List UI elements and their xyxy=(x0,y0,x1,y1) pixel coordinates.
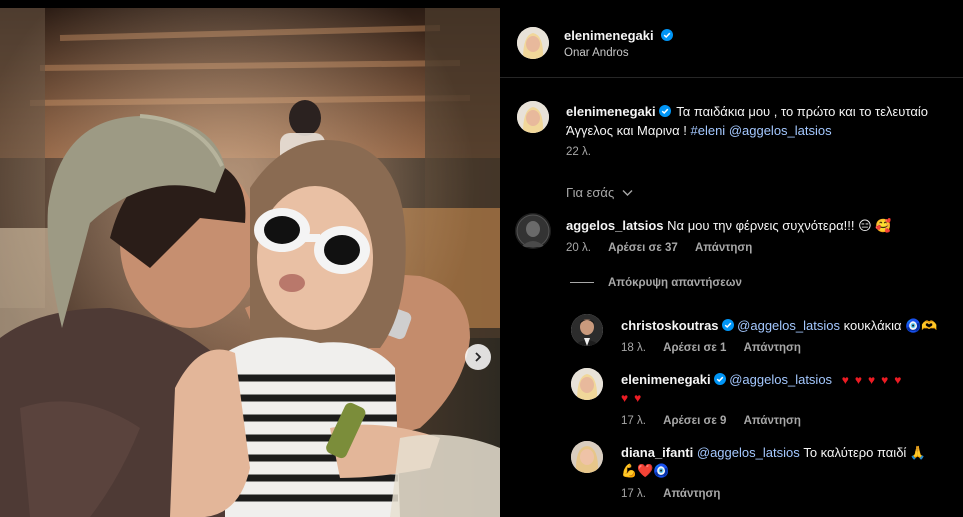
reply-likes[interactable]: Αρέσει σε 9 xyxy=(663,415,726,427)
hide-replies-label: Απόκρυψη απαντήσεων xyxy=(608,277,742,289)
mention-link[interactable]: @aggelos_latsios xyxy=(737,318,840,333)
for-you-filter[interactable]: Για εσάς xyxy=(566,185,633,200)
instagram-post-viewer: elenimenegaki Onar Andros elenimenegaki … xyxy=(0,0,963,517)
red-heart-icon: ♥ xyxy=(894,373,902,387)
verified-badge-icon xyxy=(721,319,734,331)
caption-line-1: elenimenegaki Τα παιδάκια μου , το πρώτο… xyxy=(566,104,928,119)
avatar-image xyxy=(517,101,549,133)
avatar-image xyxy=(517,27,549,59)
reply-meta: 17 λ. Απάντηση xyxy=(621,488,734,500)
caption-username[interactable]: elenimenegaki xyxy=(566,104,656,119)
chevron-right-icon xyxy=(475,352,482,362)
mention-link[interactable]: @aggelos_latsios xyxy=(729,123,832,138)
caption-text-2: Άγγελος και Μαρινα ! xyxy=(566,123,691,138)
reply-time[interactable]: 18 λ. xyxy=(621,342,646,354)
red-heart-icon: ♥ xyxy=(841,373,849,387)
reply-row: elenimenegaki @aggelos_latsios ♥ ♥ ♥ ♥ ♥ xyxy=(621,372,907,387)
heart-emoji-row: ♥ ♥ ♥ ♥ ♥ xyxy=(842,372,908,387)
red-heart-icon: ♥ xyxy=(634,391,642,405)
comment-meta: 20 λ. Αρέσει σε 37 Απάντηση xyxy=(566,242,766,254)
avatar-image xyxy=(571,368,603,400)
avatar-image xyxy=(515,213,551,249)
divider-line xyxy=(570,282,594,284)
caption-avatar[interactable] xyxy=(517,101,549,133)
caption-text: Τα παιδάκια μου , το πρώτο και το τελευτ… xyxy=(676,104,928,119)
mention-link[interactable]: @aggelos_latsios xyxy=(729,372,832,387)
chevron-down-icon xyxy=(622,190,633,196)
red-heart-icon: ♥ xyxy=(881,373,889,387)
reply-row: christoskoutras @aggelos_latsios κουκλάκ… xyxy=(621,318,938,334)
reply-avatar[interactable] xyxy=(571,368,603,400)
for-you-label: Για εσάς xyxy=(566,185,615,200)
post-header: elenimenegaki Onar Andros xyxy=(500,0,963,78)
reply-meta: 17 λ. Αρέσει σε 9 Απάντηση xyxy=(621,415,815,427)
comment-likes[interactable]: Αρέσει σε 37 xyxy=(608,242,678,254)
red-heart-icon: ♥ xyxy=(854,373,862,387)
hide-replies-button[interactable]: Απόκρυψη απαντήσεων xyxy=(570,277,742,289)
reply-row: diana_ifanti @aggelos_latsios Το καλύτερ… xyxy=(621,445,926,461)
avatar-image xyxy=(571,314,603,346)
reply-username[interactable]: christoskoutras xyxy=(621,318,719,333)
reply-text-line-2: 💪❤️🧿 xyxy=(621,463,670,478)
post-side-panel: elenimenegaki Onar Andros elenimenegaki … xyxy=(500,0,963,517)
comment-avatar[interactable] xyxy=(515,213,551,249)
comment-row: aggelos_latsios Να μου την φέρνεις συχνό… xyxy=(566,218,891,234)
caption-time[interactable]: 22 λ. xyxy=(566,146,591,158)
reply-avatar[interactable] xyxy=(571,441,603,473)
comment-text: Να μου την φέρνεις συχνότερα!!! 😑 🥰 xyxy=(667,218,892,233)
comment-reply-button[interactable]: Απάντηση xyxy=(695,242,752,254)
reply-text: Το καλύτερο παιδί 🙏 xyxy=(803,445,927,460)
reply-time[interactable]: 17 λ. xyxy=(621,415,646,427)
avatar[interactable] xyxy=(517,27,549,59)
heart-emoji-row-2: ♥ ♥ xyxy=(621,390,647,405)
reply-reply-button[interactable]: Απάντηση xyxy=(663,488,720,500)
reply-time[interactable]: 17 λ. xyxy=(621,488,646,500)
post-photo[interactable] xyxy=(0,8,500,517)
reply-likes[interactable]: Αρέσει σε 1 xyxy=(663,342,726,354)
post-location[interactable]: Onar Andros xyxy=(564,47,629,59)
author-username[interactable]: elenimenegaki xyxy=(564,28,654,43)
reply-avatar[interactable] xyxy=(571,314,603,346)
verified-badge-icon xyxy=(713,373,726,385)
reply-text: κουκλάκια 🧿🫶 xyxy=(843,318,938,333)
reply-meta: 18 λ. Αρέσει σε 1 Απάντηση xyxy=(621,342,815,354)
verified-badge-icon xyxy=(661,29,674,41)
reply-username[interactable]: elenimenegaki xyxy=(621,372,711,387)
reply-username[interactable]: diana_ifanti xyxy=(621,445,693,460)
comment-username[interactable]: aggelos_latsios xyxy=(566,218,664,233)
red-heart-icon: ♥ xyxy=(621,391,629,405)
next-photo-button[interactable] xyxy=(465,344,491,370)
red-heart-icon: ♥ xyxy=(867,373,876,387)
avatar-image xyxy=(571,441,603,473)
reply-reply-button[interactable]: Απάντηση xyxy=(744,342,801,354)
verified-badge-icon xyxy=(658,105,671,117)
photo-illustration xyxy=(0,8,500,517)
caption-line-2: Άγγελος και Μαρινα ! #eleni @aggelos_lat… xyxy=(566,123,832,138)
comment-time[interactable]: 20 λ. xyxy=(566,242,591,254)
hashtag-link[interactable]: #eleni xyxy=(690,123,725,138)
mention-link[interactable]: @aggelos_latsios xyxy=(697,445,800,460)
reply-reply-button[interactable]: Απάντηση xyxy=(744,415,801,427)
